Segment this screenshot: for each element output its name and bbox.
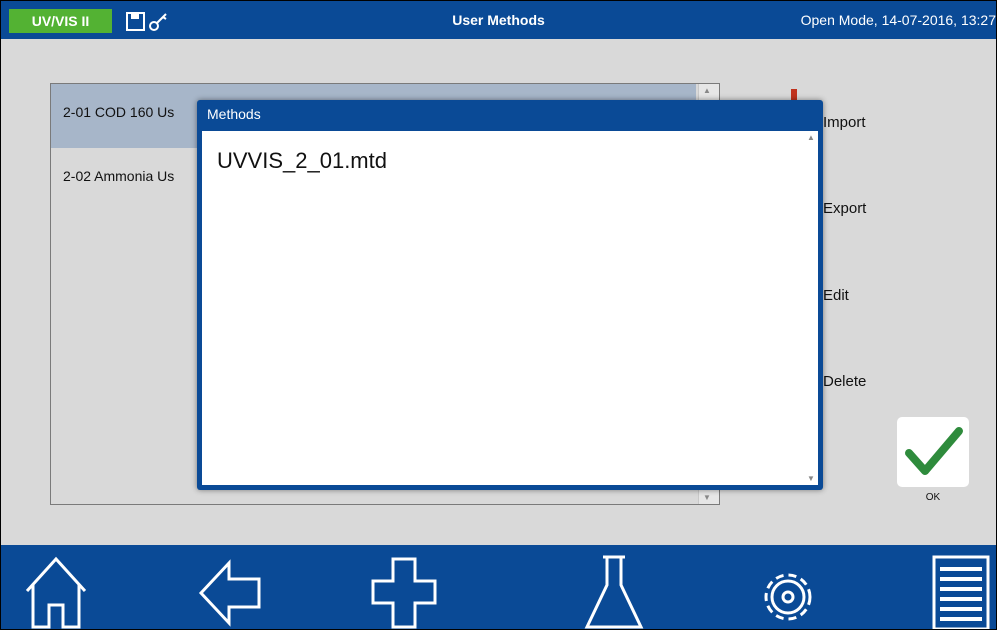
list-item-label: 2-01 COD 160 Us <box>63 104 175 120</box>
menu-icon <box>932 555 990 629</box>
scroll-down-icon[interactable]: ▼ <box>807 474 815 483</box>
delete-button[interactable]: Delete <box>823 373 866 390</box>
edit-button[interactable]: Edit <box>823 287 849 304</box>
scroll-up-icon[interactable]: ▲ <box>807 133 815 142</box>
ok-label: OK <box>925 492 941 503</box>
back-button[interactable] <box>195 551 265 629</box>
flask-icon <box>584 555 644 629</box>
add-button[interactable] <box>369 551 439 629</box>
file-list-item[interactable]: UVVIS_2_01.mtd <box>217 148 387 174</box>
app-window: UV/VIS II User Methods Open Mode, 14-07-… <box>0 0 997 630</box>
ok-button[interactable] <box>897 417 969 487</box>
import-button[interactable]: Import <box>823 114 866 131</box>
back-arrow-icon <box>198 559 261 627</box>
home-icon <box>25 556 87 629</box>
gear-icon <box>764 573 812 621</box>
methods-dialog: Methods UVVIS_2_01.mtd ▲ ▼ <box>197 100 823 490</box>
checkmark-icon <box>905 427 963 475</box>
dialog-scrollbar[interactable]: ▲ ▼ <box>804 131 818 485</box>
home-button[interactable] <box>21 551 91 629</box>
export-button[interactable]: Export <box>823 200 866 217</box>
settings-button[interactable] <box>753 551 823 629</box>
scroll-down-icon[interactable]: ▼ <box>703 493 711 502</box>
header-bar: UV/VIS II User Methods Open Mode, 14-07-… <box>1 1 996 39</box>
list-item-label: 2-02 Ammonia Us <box>63 168 175 184</box>
measure-button[interactable] <box>579 551 649 629</box>
file-list: UVVIS_2_01.mtd ▲ ▼ <box>202 131 818 485</box>
dialog-title: Methods <box>207 106 261 122</box>
scroll-up-icon[interactable]: ▲ <box>703 86 711 95</box>
bottom-nav <box>1 545 996 629</box>
status-text: Open Mode, 14-07-2016, 13:27 <box>800 12 996 28</box>
plus-icon <box>371 557 437 629</box>
menu-button[interactable] <box>926 551 996 629</box>
